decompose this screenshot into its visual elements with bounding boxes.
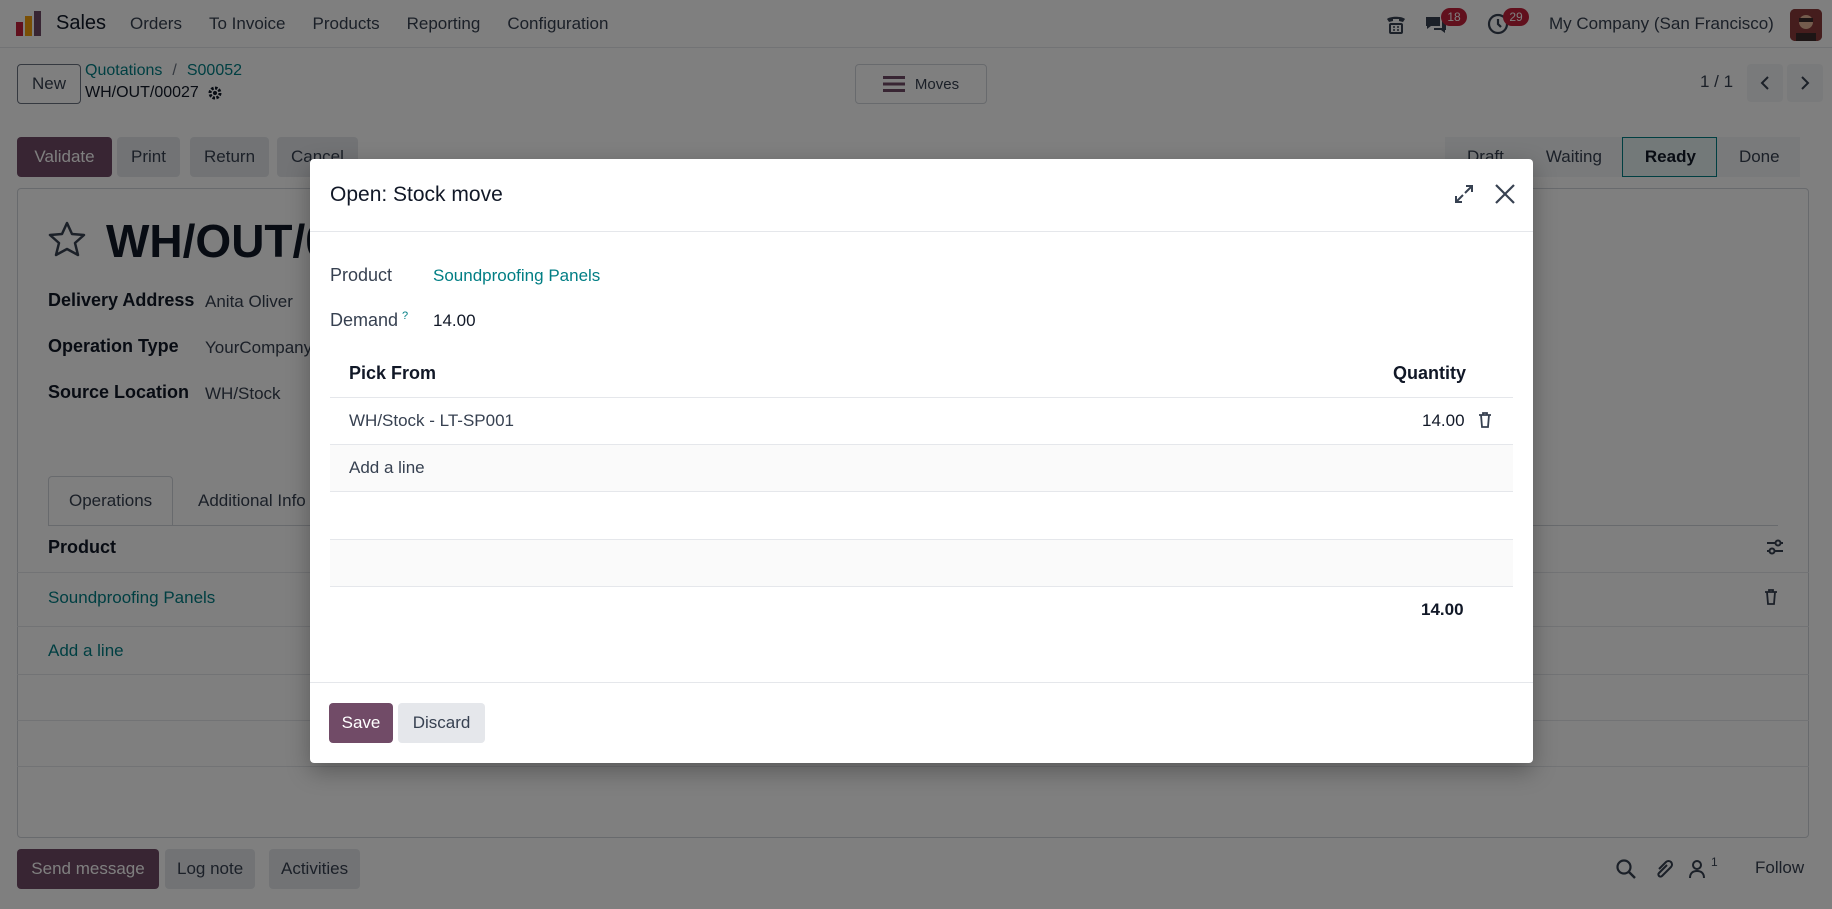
demand-label-text: Demand (330, 310, 399, 330)
dialog-title: Open: Stock move (330, 183, 503, 206)
dialog-footer-divider (310, 682, 1533, 683)
discard-button[interactable]: Discard (398, 703, 485, 743)
line-quantity[interactable]: 14.00 (1422, 411, 1465, 431)
add-line-row (330, 445, 1513, 492)
table-divider (330, 586, 1513, 587)
dialog-demand-value[interactable]: 14.00 (433, 311, 476, 331)
dialog-header: Open: Stock move (310, 159, 1533, 232)
quantity-total: 14.00 (1421, 600, 1464, 619)
table-divider (330, 397, 1513, 398)
column-pick-from[interactable]: Pick From (349, 363, 436, 384)
line-pick-from[interactable]: WH/Stock - LT-SP001 (349, 411, 514, 431)
column-quantity[interactable]: Quantity (1393, 363, 1466, 384)
dialog-product-label: Product (330, 265, 393, 285)
save-button[interactable]: Save (329, 703, 393, 743)
trash-icon[interactable] (1476, 411, 1494, 429)
close-icon[interactable] (1492, 181, 1518, 207)
dialog-product-value[interactable]: Soundproofing Panels (433, 266, 600, 286)
dialog-demand-label: Demand? (330, 310, 408, 331)
dialog-add-line[interactable]: Add a line (349, 458, 425, 478)
stock-move-dialog: Open: Stock move Product Soundproofing P… (310, 159, 1533, 763)
table-divider (330, 491, 1513, 492)
demand-help-icon[interactable]: ? (402, 310, 408, 322)
expand-icon[interactable] (1453, 183, 1475, 205)
empty-row (330, 540, 1513, 587)
